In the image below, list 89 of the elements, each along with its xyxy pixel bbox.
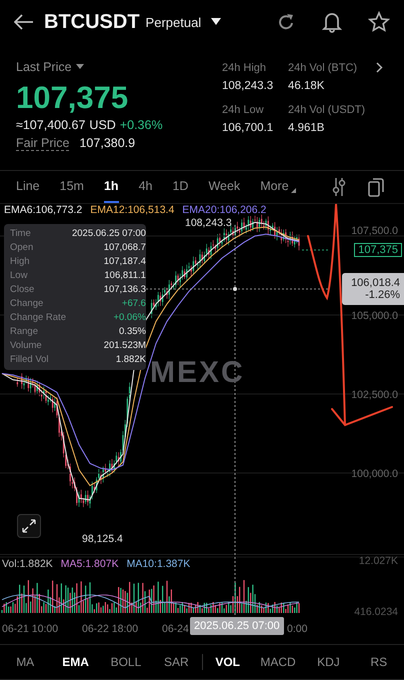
tooltip-label: Low [10, 269, 28, 283]
high-price-label: 108,243.3 [184, 217, 233, 229]
tooltip-label: Close [10, 283, 36, 297]
indicator-tab[interactable]: MACD [252, 647, 304, 677]
indicator-tab[interactable]: VOL [202, 647, 253, 677]
refresh-icon[interactable] [276, 12, 296, 32]
last-price-label[interactable]: Last Price [16, 60, 72, 74]
timeframe-tab[interactable]: 1h [104, 171, 119, 203]
fullscreen-button[interactable] [17, 514, 41, 538]
indicator-tab[interactable]: KDJ [303, 647, 354, 677]
tooltip-label: Volume [10, 339, 43, 353]
tooltip-value: 107,136.3 [102, 283, 146, 297]
chevron-right-icon[interactable] [376, 62, 383, 73]
logo-watermark: MEXC [150, 356, 245, 390]
star-icon[interactable] [368, 11, 390, 33]
ema-legend: EMA6:106,773.2 [4, 204, 82, 216]
timeframe-tab[interactable]: 15m [60, 171, 84, 203]
tooltip-label: Filled Vol [10, 353, 50, 367]
stat-value: 108,243.3 [222, 80, 274, 92]
crosshair-time-tag: 2025.06.25 07:00 [190, 617, 284, 635]
tooltip-value: 107,187.4 [102, 255, 146, 269]
tooltip-value: +0.06% [112, 311, 146, 325]
timeframe-tab[interactable]: 1D [172, 171, 188, 203]
expand-icon [22, 519, 36, 533]
back-icon[interactable] [14, 14, 34, 30]
timeframe-tab[interactable]: 4h [138, 171, 152, 203]
stat-value: 46.18K [288, 80, 326, 92]
stat-label: 24h High [222, 62, 268, 74]
copy-icon[interactable] [368, 177, 384, 197]
tooltip-label: Change [10, 297, 44, 311]
stat-value: 4.961B [288, 122, 326, 134]
symbol-title[interactable]: BTCUSDT [44, 10, 140, 34]
time-axis-label: 06-21 10:00 [2, 623, 58, 635]
stat-label: 24h Low [222, 104, 265, 116]
ema-legend: EMA20:106,206.2 [182, 204, 266, 216]
indicator-settings-icon[interactable] [332, 177, 346, 197]
stat-value: 106,700.1 [222, 122, 274, 134]
volume-axis-label: 12.027K [358, 555, 398, 567]
tooltip-label: Change Rate [10, 311, 66, 325]
last-price: 107,375 [16, 80, 130, 116]
crosshair-change: -1.26% [364, 289, 400, 301]
currency-label: USD [89, 118, 116, 132]
indicator-tab[interactable]: BOLL [100, 647, 152, 677]
volume-legend: Vol:1.882K [2, 558, 53, 570]
candlestick [16, 377, 18, 387]
contract-type[interactable]: Perpetual [146, 14, 202, 30]
timeframe-tab[interactable]: Week [208, 171, 240, 203]
bell-icon[interactable] [322, 11, 342, 33]
stat-label: 24h Vol (USDT) [288, 104, 366, 116]
volume-legend: MA5:1.807K [60, 558, 119, 570]
time-axis-label: 06-22 18:00 [82, 623, 138, 635]
price-axis-label: 105,000.0 [351, 310, 398, 322]
tooltip-label: Open [10, 241, 34, 255]
tooltip-label: High [10, 255, 31, 269]
volume-legend: MA10:1.387K [126, 558, 190, 570]
time-axis-label: 0:00 [287, 623, 308, 635]
current-price-tag: 107,375 [354, 243, 402, 257]
corner-caret-icon [290, 188, 296, 193]
price-axis-label: 100,000.0 [351, 468, 398, 480]
tooltip-label: Range [10, 325, 39, 339]
indicator-tab[interactable]: SAR [151, 647, 202, 677]
dropdown-caret-icon[interactable] [211, 18, 222, 26]
indicator-tab[interactable]: EMA [50, 647, 101, 677]
crosshair-dot [233, 287, 237, 291]
price-axis-label: 102,500.0 [351, 389, 398, 401]
more-tab[interactable]: More [260, 171, 289, 203]
tooltip-value: 106,811.1 [103, 269, 146, 283]
tooltip-value: 107,068.7 [102, 241, 146, 255]
price-change: +0.36% [120, 118, 163, 132]
tooltip-label: Time [10, 227, 32, 241]
tooltip-value: 2025.06.25 07:00 [72, 227, 146, 241]
tooltip-value: 201.523M [102, 339, 146, 353]
indicator-tab[interactable]: RS [354, 647, 404, 677]
tooltip-value: 0.35% [118, 325, 146, 339]
fair-price: 107,380.9 [79, 136, 136, 151]
ema-legend: EMA12:106,513.4 [90, 204, 174, 216]
price-axis-label: 107,500.0 [351, 225, 398, 237]
dropdown-caret-icon[interactable] [76, 64, 84, 70]
timeframe-tab[interactable]: Line [16, 171, 40, 203]
indicator-tab[interactable]: MA [0, 647, 50, 677]
tooltip-value: 1.882K [114, 353, 146, 367]
fair-price-label[interactable]: Fair Price [16, 136, 70, 151]
time-axis-label: 06-24 [162, 623, 189, 635]
approx-price: ≈107,400.67 [16, 118, 86, 132]
low-price-label: 98,125.4 [81, 533, 124, 545]
volume-axis-label: 416.0234 [354, 606, 398, 618]
crosshair-price: 106,018.4 [350, 277, 400, 289]
tooltip-value: +67.6 [120, 297, 146, 311]
stat-label: 24h Vol (BTC) [288, 62, 358, 74]
